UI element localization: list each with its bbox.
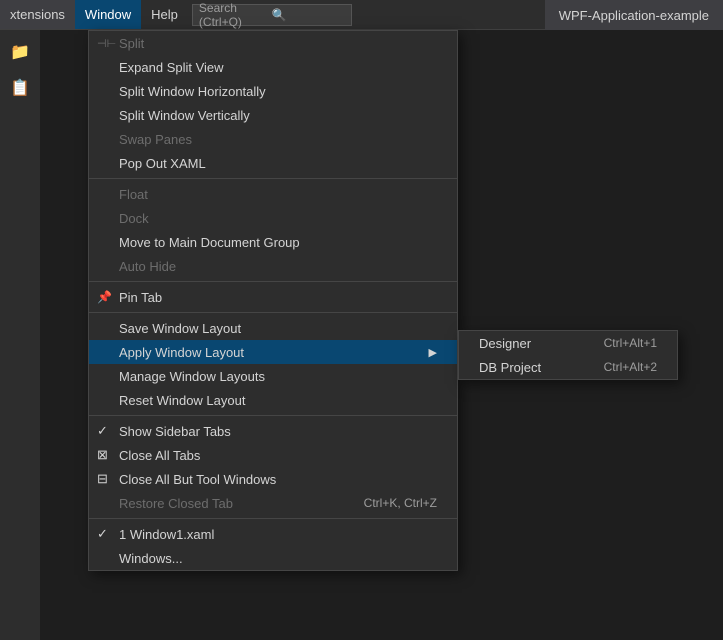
sidebar-icon-clipboard[interactable]: 📋	[6, 74, 34, 102]
menu-close-but-tool[interactable]: ⊟ Close All But Tool Windows	[89, 467, 457, 491]
submenu-designer[interactable]: Designer Ctrl+Alt+1	[459, 331, 677, 355]
menu-move-to-main[interactable]: Move to Main Document Group	[89, 230, 457, 254]
menu-split-horizontal[interactable]: Split Window Horizontally	[89, 79, 457, 103]
separator-1	[89, 178, 457, 179]
menu-reset-layout[interactable]: Reset Window Layout	[89, 388, 457, 412]
menu-pin-tab[interactable]: 📌 Pin Tab	[89, 285, 457, 309]
pin-icon: 📌	[97, 290, 112, 304]
db-project-shortcut: Ctrl+Alt+2	[604, 360, 657, 374]
menu-split-vertical[interactable]: Split Window Vertically	[89, 103, 457, 127]
apply-layout-submenu: Designer Ctrl+Alt+1 DB Project Ctrl+Alt+…	[458, 330, 678, 380]
menu-dock[interactable]: Dock	[89, 206, 457, 230]
menu-restore-closed[interactable]: Restore Closed Tab Ctrl+K, Ctrl+Z	[89, 491, 457, 515]
window-dropdown-menu: ⊣⊢ Split Expand Split View Split Window …	[88, 30, 458, 571]
separator-5	[89, 518, 457, 519]
menu-auto-hide[interactable]: Auto Hide	[89, 254, 457, 278]
menu-windows[interactable]: Windows...	[89, 546, 457, 570]
sidebar: 📁 📋	[0, 30, 40, 640]
close-tool-icon: ⊟	[97, 471, 108, 487]
separator-2	[89, 281, 457, 282]
designer-shortcut: Ctrl+Alt+1	[604, 336, 657, 350]
window-title: WPF-Application-example	[545, 0, 723, 30]
close-tabs-icon: ⊠	[97, 447, 108, 463]
restore-shortcut: Ctrl+K, Ctrl+Z	[364, 496, 437, 510]
menu-swap-panes[interactable]: Swap Panes	[89, 127, 457, 151]
search-icon: 🔍	[272, 8, 345, 22]
submenu-db-project[interactable]: DB Project Ctrl+Alt+2	[459, 355, 677, 379]
menu-item-help[interactable]: Help	[141, 0, 188, 29]
menu-save-layout[interactable]: Save Window Layout	[89, 316, 457, 340]
submenu-arrow-icon: ▶	[429, 346, 437, 359]
menu-split[interactable]: ⊣⊢ Split	[89, 31, 457, 55]
menu-item-window[interactable]: Window	[75, 0, 141, 29]
separator-4	[89, 415, 457, 416]
separator-3	[89, 312, 457, 313]
search-box[interactable]: Search (Ctrl+Q) 🔍	[192, 4, 352, 26]
check-icon: ✓	[97, 423, 108, 439]
check-icon-2: ✓	[97, 526, 108, 542]
menu-show-sidebar[interactable]: ✓ Show Sidebar Tabs	[89, 419, 457, 443]
menu-manage-layouts[interactable]: Manage Window Layouts	[89, 364, 457, 388]
menu-bar: xtensions Window Help Search (Ctrl+Q) 🔍 …	[0, 0, 723, 30]
split-icon: ⊣⊢	[97, 37, 116, 50]
menu-float[interactable]: Float	[89, 182, 457, 206]
menu-item-extensions[interactable]: xtensions	[0, 0, 75, 29]
menu-pop-out-xaml[interactable]: Pop Out XAML	[89, 151, 457, 175]
menu-window1[interactable]: ✓ 1 Window1.xaml	[89, 522, 457, 546]
sidebar-icon-folder[interactable]: 📁	[6, 38, 34, 66]
menu-close-all-tabs[interactable]: ⊠ Close All Tabs	[89, 443, 457, 467]
menu-expand-split[interactable]: Expand Split View	[89, 55, 457, 79]
menu-apply-layout[interactable]: Apply Window Layout ▶	[89, 340, 457, 364]
